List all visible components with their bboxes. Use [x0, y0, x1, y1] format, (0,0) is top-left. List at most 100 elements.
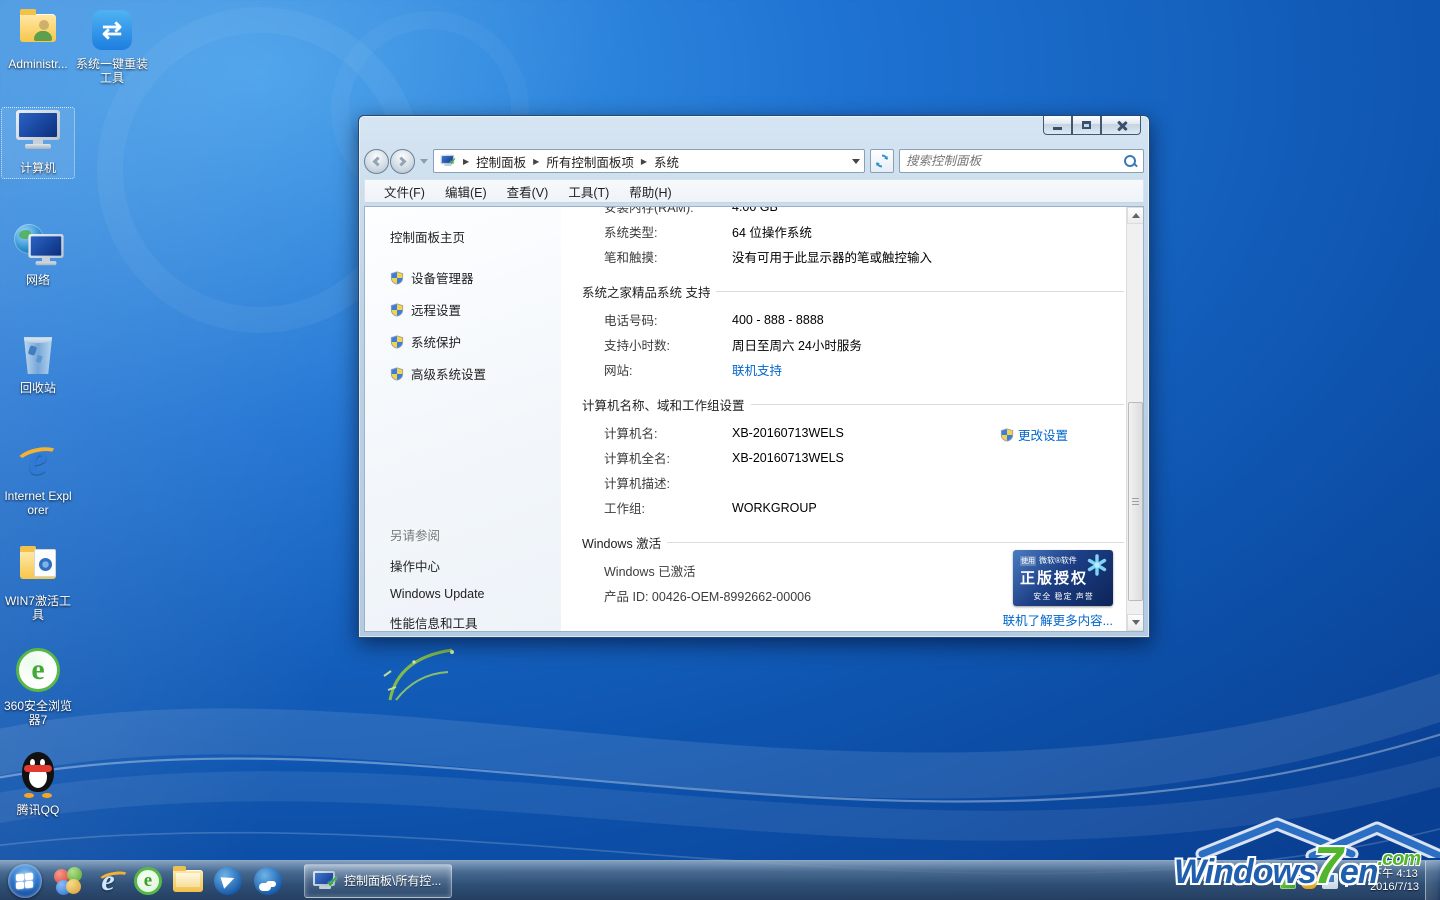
section-title: Windows 激活: [582, 533, 661, 552]
refresh-icon: [874, 153, 890, 169]
sidebar-action-center[interactable]: 操作中心: [390, 556, 485, 575]
network-icon: [14, 222, 62, 270]
tray-network-icon[interactable]: [1343, 873, 1359, 889]
menu-help[interactable]: 帮助(H): [620, 180, 680, 203]
taskbar-internet-explorer[interactable]: e: [88, 861, 128, 900]
recent-pages-dropdown[interactable]: [420, 159, 428, 164]
address-bar[interactable]: ✓ ▶ 控制面板 ▶ 所有控制面板项 ▶ 系统: [433, 149, 865, 173]
colorballs-icon: [54, 867, 82, 895]
tray-360-icon[interactable]: [1280, 873, 1296, 889]
badge-tagline: 安全 稳定 声誉: [1020, 591, 1107, 602]
taskbar-explorer[interactable]: [168, 861, 208, 900]
back-button[interactable]: [364, 149, 389, 174]
desktop-icon-qq[interactable]: 腾讯QQ: [2, 752, 74, 817]
desktop-icon-label: WIN7激活工具: [2, 594, 74, 622]
see-also-header: 另请参阅: [390, 525, 485, 544]
sidebar-advanced-settings[interactable]: 高级系统设置: [390, 364, 561, 383]
desktop-icon-win7-activator[interactable]: WIN7激活工具: [2, 543, 74, 622]
control-panel-window-icon: ✓: [313, 871, 337, 891]
desktop-icon-computer[interactable]: 计算机: [2, 108, 74, 178]
desktop-icon-recycle-bin[interactable]: 回收站: [2, 330, 74, 395]
taskbar-360-browser[interactable]: e: [128, 861, 168, 900]
forward-icon: [397, 156, 407, 166]
uac-shield-icon: [390, 335, 404, 349]
computer-value: XB-20160713WELS: [732, 426, 844, 440]
vertical-scrollbar[interactable]: [1126, 207, 1143, 631]
sidebar-remote-settings[interactable]: 远程设置: [390, 300, 561, 319]
support-label: 网站:: [582, 360, 732, 379]
computer-label: 工作组:: [582, 498, 732, 517]
taskbar-app-colorballs[interactable]: [48, 861, 88, 900]
menu-bar: 文件(F) 编辑(E) 查看(V) 工具(T) 帮助(H): [364, 179, 1144, 203]
minimize-icon: [1053, 127, 1062, 130]
change-settings-label: 更改设置: [1018, 425, 1068, 444]
360-browser-icon: e: [14, 648, 62, 696]
desktop-icon-360-browser[interactable]: e 360安全浏览器7: [2, 648, 74, 727]
close-icon: [1116, 120, 1127, 131]
section-title: 计算机名称、域和工作组设置: [582, 395, 745, 414]
sidebar-windows-update[interactable]: Windows Update: [390, 587, 485, 601]
sidebar-device-manager[interactable]: 设备管理器: [390, 268, 561, 287]
paper-plane-icon: [214, 867, 242, 895]
search-input[interactable]: [906, 154, 1123, 168]
sidebar-system-protection[interactable]: 系统保护: [390, 332, 561, 351]
taskbar-clock[interactable]: 下午 4:13 2016/7/13: [1370, 868, 1419, 894]
tray-action-center-flag-icon[interactable]: [1322, 873, 1338, 889]
spec-row-system-type: 系统类型: 64 位操作系统: [582, 219, 1126, 244]
forward-button[interactable]: [390, 149, 415, 174]
genuine-software-badge[interactable]: 使用 微软®软件 正版授权 安全 稳定 声誉: [1013, 550, 1113, 606]
desktop-icon-label: 腾讯QQ: [2, 803, 74, 817]
menu-edit[interactable]: 编辑(E): [436, 180, 496, 203]
windows-flag-icon: [16, 873, 34, 889]
minimize-button[interactable]: [1043, 116, 1072, 135]
computer-row-description: 计算机描述:: [582, 470, 1126, 495]
taskbar-sogou-browser[interactable]: [208, 861, 248, 900]
menu-file[interactable]: 文件(F): [375, 180, 434, 203]
scroll-up-button[interactable]: [1127, 207, 1144, 224]
computer-row-workgroup: 工作组: WORKGROUP: [582, 495, 1126, 520]
search-icon[interactable]: [1123, 154, 1137, 168]
close-button[interactable]: [1101, 116, 1141, 135]
address-dropdown-icon[interactable]: [852, 159, 860, 164]
change-settings-link[interactable]: 更改设置: [1000, 425, 1068, 444]
desktop-icon-label: 网络: [2, 273, 74, 287]
menu-view[interactable]: 查看(V): [498, 180, 558, 203]
support-row-phone: 电话号码: 400 - 888 - 8888: [582, 307, 1126, 332]
search-box[interactable]: [899, 149, 1144, 173]
show-hidden-icons-button[interactable]: [1260, 874, 1274, 888]
titlebar[interactable]: [359, 116, 1149, 146]
menu-tools[interactable]: 工具(T): [559, 180, 618, 203]
system-window: ✓ ▶ 控制面板 ▶ 所有控制面板项 ▶ 系统 文件(F) 编辑(E) 查看(V…: [358, 115, 1150, 638]
sidebar-control-panel-home[interactable]: 控制面板主页: [390, 227, 561, 246]
spec-value: 64 位操作系统: [732, 222, 812, 241]
start-button[interactable]: [8, 864, 42, 898]
online-support-link[interactable]: 联机支持: [732, 360, 782, 379]
breadcrumb-control-panel[interactable]: 控制面板: [476, 152, 526, 171]
taskbar-qq-browser[interactable]: [248, 861, 288, 900]
internet-explorer-icon: e: [101, 864, 114, 898]
window-body: 控制面板主页 设备管理器 远程设置 系统保护 高级系统设置: [364, 206, 1144, 632]
product-id: 产品 ID: 00426-OEM-8992662-00006: [582, 586, 811, 605]
badge-star-icon: [1085, 553, 1109, 577]
computer-row-fullname: 计算机全名: XB-20160713WELS: [582, 445, 1126, 470]
desktop-icon-internet-explorer[interactable]: e Internet Explorer: [2, 438, 74, 517]
maximize-button[interactable]: [1072, 116, 1101, 135]
refresh-button[interactable]: [870, 149, 894, 173]
learn-more-link[interactable]: 联机了解更多内容...: [1003, 610, 1113, 629]
sidebar-performance-tools[interactable]: 性能信息和工具: [390, 613, 485, 632]
desktop-icon-administrator[interactable]: Administr...: [2, 6, 74, 71]
desktop-icon-network[interactable]: 网络: [2, 222, 74, 287]
taskbar-active-window[interactable]: ✓ 控制面板\所有控...: [304, 864, 452, 898]
breadcrumb-all-items[interactable]: 所有控制面板项: [546, 152, 634, 171]
system-tray: 下午 4:13 2016/7/13: [1260, 861, 1440, 900]
scroll-down-button[interactable]: [1127, 614, 1144, 631]
support-label: 支持小时数:: [582, 335, 732, 354]
uac-shield-icon: [390, 271, 404, 285]
desktop-icon-reinstall-tool[interactable]: ⇄ 系统一键重装工具: [76, 6, 148, 85]
breadcrumb-system[interactable]: 系统: [654, 152, 679, 171]
tray-security-shield-icon[interactable]: [1301, 873, 1317, 889]
breadcrumb-separator: ▶: [530, 157, 542, 166]
show-desktop-button[interactable]: [1425, 861, 1438, 900]
desktop-icon-label: 回收站: [2, 381, 74, 395]
scrollbar-thumb[interactable]: [1128, 402, 1143, 601]
